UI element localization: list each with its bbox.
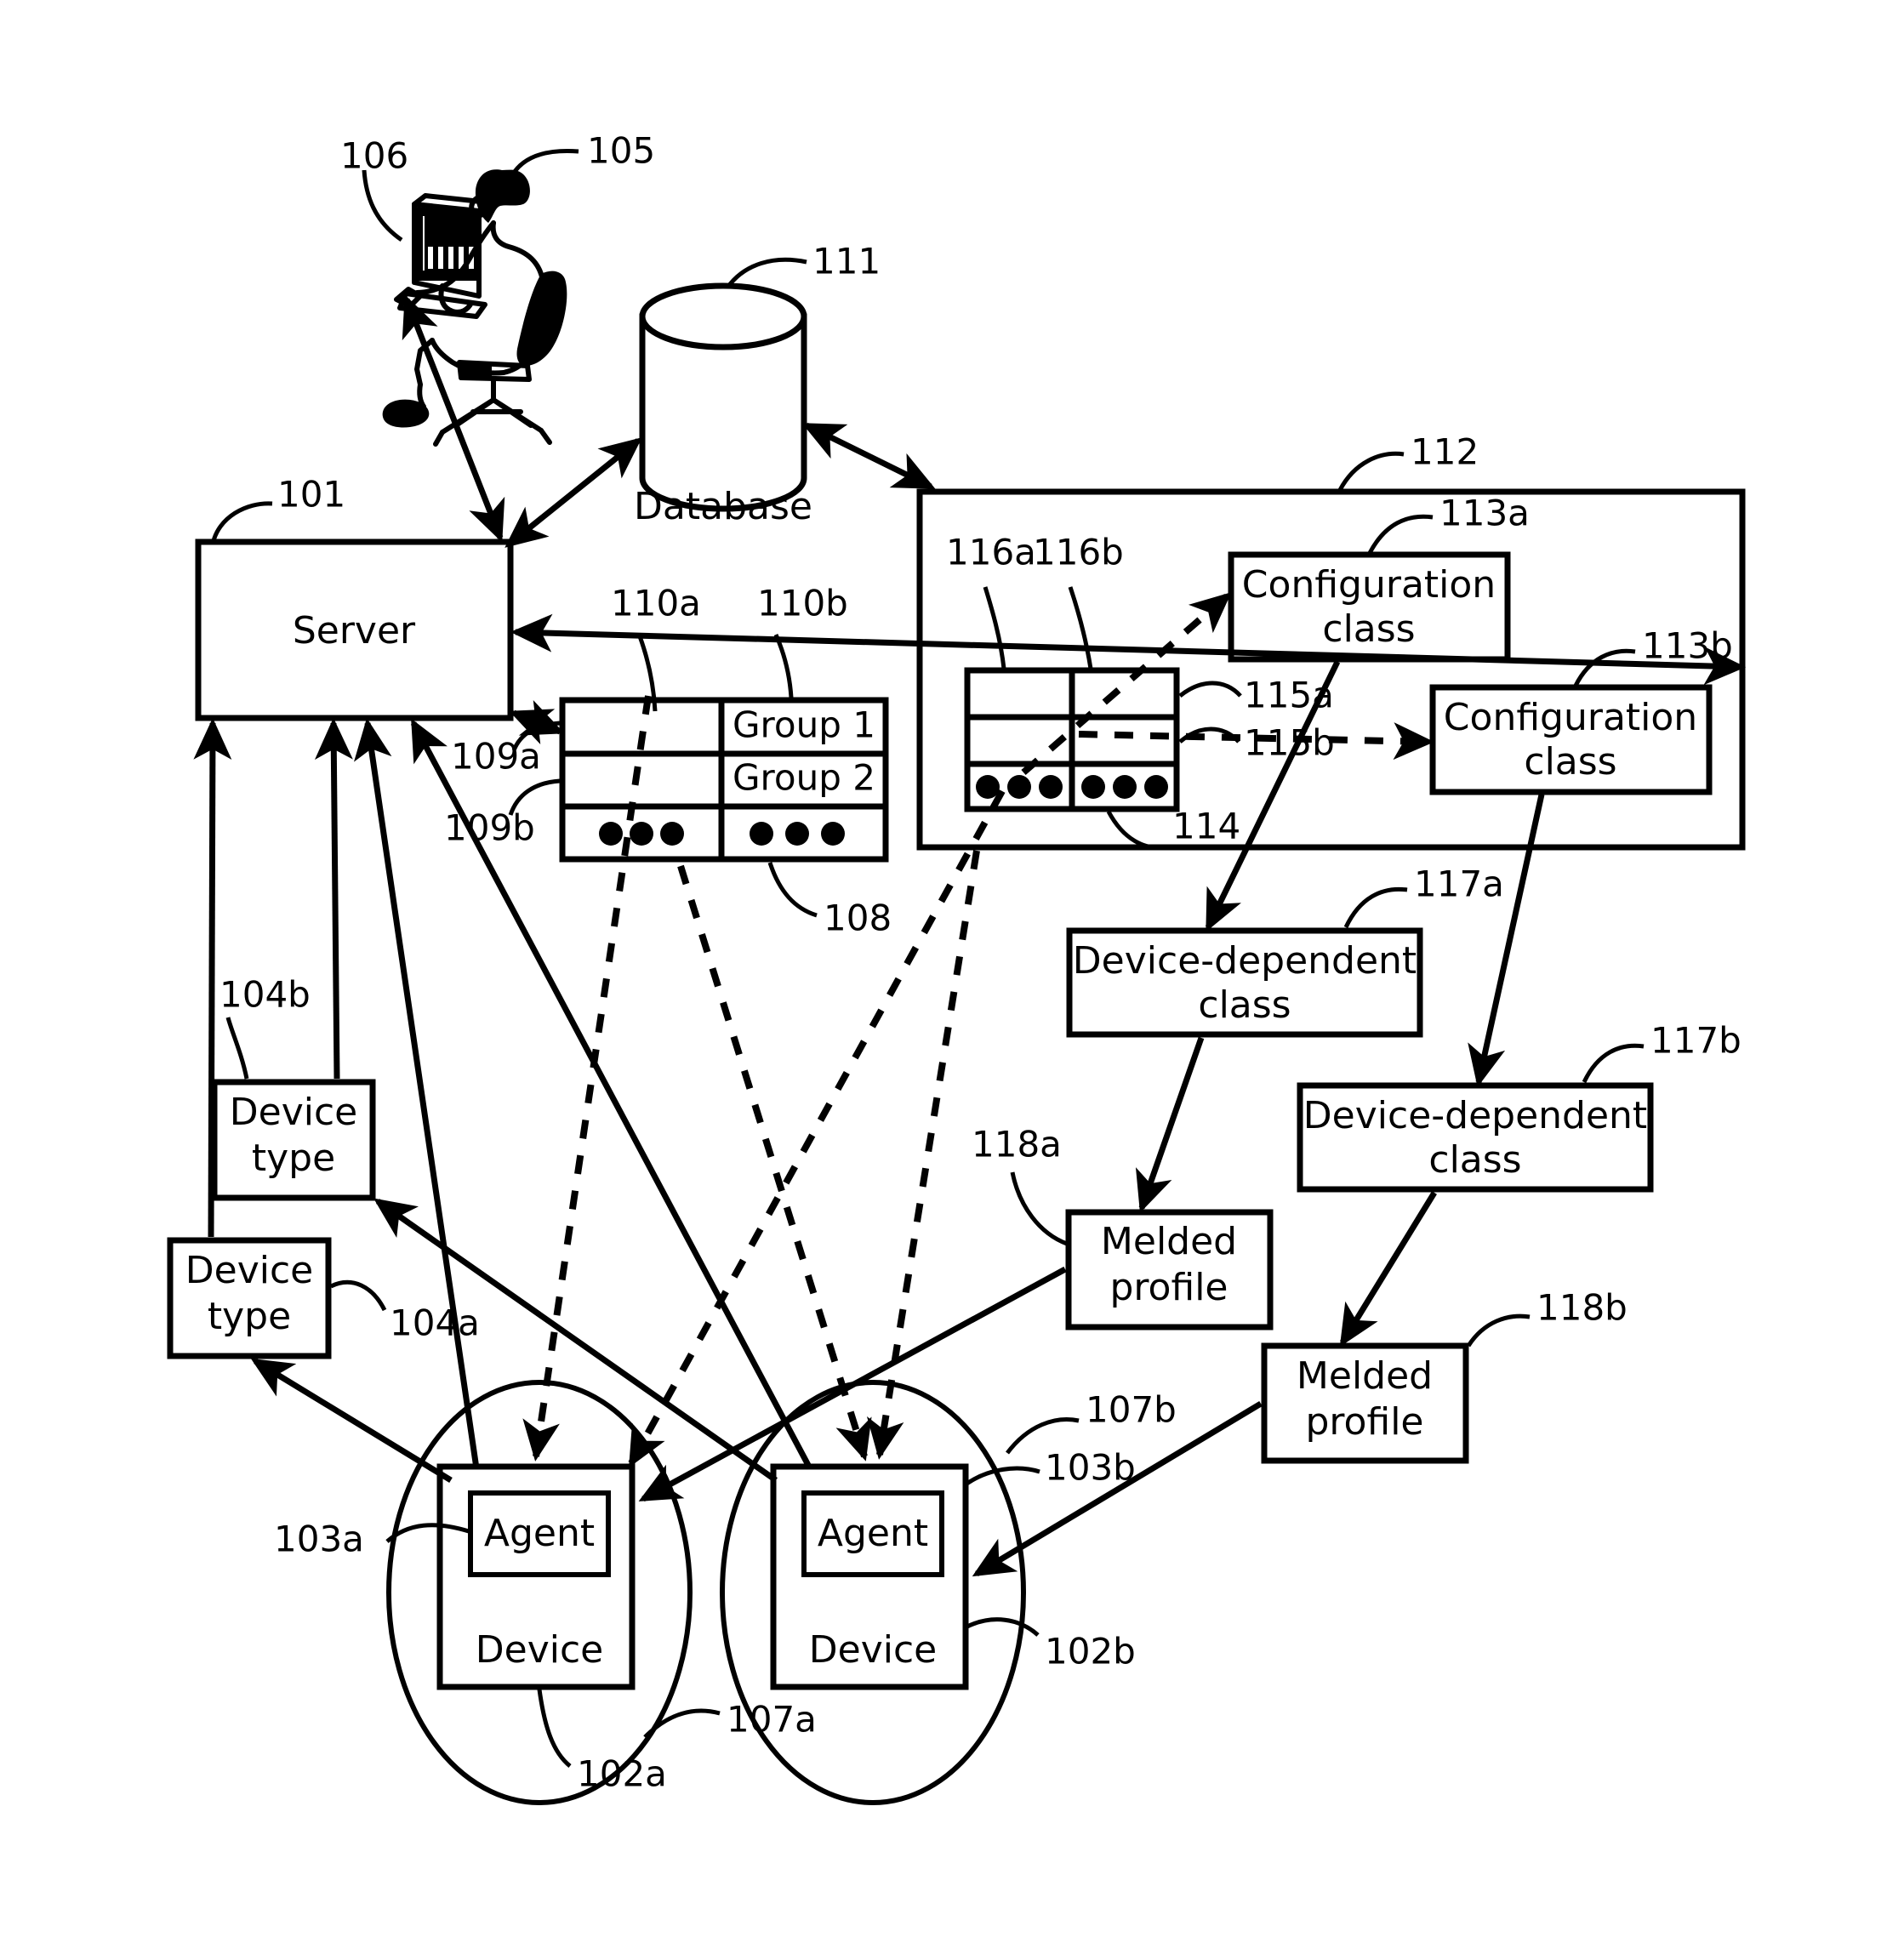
ref-114: 114 xyxy=(1172,806,1240,847)
leader-line-102b xyxy=(966,1617,1040,1637)
ref-118b: 118b xyxy=(1536,1287,1628,1329)
ref-105: 105 xyxy=(587,130,655,172)
ref-113a: 113a xyxy=(1439,493,1530,534)
leader-line-106 xyxy=(362,169,403,242)
group-table-dots-right xyxy=(750,822,845,846)
group-table-dots-left xyxy=(599,822,684,846)
ref-110a: 110a xyxy=(611,583,701,624)
ref-101: 101 xyxy=(277,474,345,516)
device-dependent-class-a-label-1: Device-dependent xyxy=(1073,939,1417,983)
melded-profile-b-label-2: profile xyxy=(1306,1400,1424,1444)
leader-line-108 xyxy=(767,862,818,918)
diagram-svg: 106 105 Database 111 Server 101 112 Grou… xyxy=(167,130,1747,1805)
connector-device-type-lower-server xyxy=(193,717,232,1238)
leader-line-117b xyxy=(1582,1043,1645,1084)
ref-117b: 117b xyxy=(1650,1020,1742,1062)
device-dependent-class-a-label-2: class xyxy=(1198,983,1291,1027)
leader-line-111 xyxy=(725,257,807,289)
ref-106: 106 xyxy=(340,135,408,177)
ref-104a: 104a xyxy=(390,1302,480,1344)
group-table-108: Group 1 Group 2 xyxy=(559,697,889,863)
ref-102b: 102b xyxy=(1045,1631,1136,1672)
database-cylinder xyxy=(639,282,807,512)
leader-line-118b xyxy=(1466,1313,1531,1348)
configuration-class-b-label-2: class xyxy=(1524,740,1616,783)
connector-server-database xyxy=(505,437,642,548)
connector-group-b-agent-b xyxy=(677,864,872,1462)
ref-118a: 118a xyxy=(972,1124,1062,1165)
ref-107b: 107b xyxy=(1086,1389,1177,1431)
group-row-2-label: Group 2 xyxy=(733,757,875,799)
class-table-dots-right xyxy=(1081,775,1168,799)
class-table-dots-left xyxy=(976,775,1063,799)
configuration-class-b-label-1: Configuration xyxy=(1444,696,1697,739)
melded-profile-a-label-1: Melded xyxy=(1101,1220,1237,1263)
melded-profile-b-label-1: Melded xyxy=(1297,1354,1433,1398)
connector-ddc-a-melded-a xyxy=(1135,1036,1205,1213)
ref-112: 112 xyxy=(1411,431,1479,473)
device-b-label: Device xyxy=(809,1628,937,1672)
leader-line-112 xyxy=(1337,451,1405,492)
ref-116a: 116a xyxy=(946,532,1036,573)
connector-database-container112 xyxy=(801,422,936,490)
connector-device-a-device-type-lower xyxy=(250,1358,453,1483)
configuration-class-a-label-2: class xyxy=(1322,607,1415,651)
device-a-label: Device xyxy=(476,1628,603,1672)
ref-109b: 109b xyxy=(444,807,535,849)
agent-a-label: Agent xyxy=(484,1512,595,1555)
leader-line-104a xyxy=(329,1279,387,1312)
connector-class-table-agent-a xyxy=(628,789,1006,1468)
ref-116b: 116b xyxy=(1033,532,1124,573)
device-type-lower-label-2: type xyxy=(208,1295,291,1338)
ref-103a: 103a xyxy=(274,1519,364,1560)
leader-line-118a xyxy=(1010,1171,1068,1246)
ref-111: 111 xyxy=(812,241,881,282)
connector-ddc-b-melded-b xyxy=(1339,1191,1437,1348)
ref-110b: 110b xyxy=(757,583,848,624)
ref-117a: 117a xyxy=(1414,863,1504,905)
class-table-114 xyxy=(964,667,1180,812)
device-type-lower-label-1: Device xyxy=(185,1249,313,1292)
server-label: Server xyxy=(293,609,416,652)
leader-line-102a xyxy=(537,1689,572,1768)
configuration-class-a-label-1: Configuration xyxy=(1242,563,1496,607)
ref-104b: 104b xyxy=(219,974,311,1016)
leader-line-110b xyxy=(773,633,794,698)
ref-109a: 109a xyxy=(451,736,541,778)
ref-103b: 103b xyxy=(1045,1447,1136,1489)
device-dependent-class-b-label-2: class xyxy=(1428,1138,1521,1182)
ref-108: 108 xyxy=(824,897,892,939)
database-label: Database xyxy=(634,485,812,528)
melded-profile-a-label-2: profile xyxy=(1110,1266,1228,1309)
ref-107a: 107a xyxy=(727,1699,817,1741)
leader-line-101 xyxy=(210,501,273,545)
device-dependent-class-b-label-1: Device-dependent xyxy=(1303,1094,1647,1137)
leader-line-117a xyxy=(1343,886,1408,929)
device-type-upper-label-1: Device xyxy=(230,1091,357,1134)
ref-102a: 102a xyxy=(577,1753,667,1795)
patent-figure-canvas: 106 105 Database 111 Server 101 112 Grou… xyxy=(0,0,1904,1943)
connector-device-type-upper-server xyxy=(314,717,353,1080)
ref-113b: 113b xyxy=(1642,625,1733,667)
leader-line-104b xyxy=(225,1017,249,1080)
device-type-upper-label-2: type xyxy=(252,1137,335,1180)
group-row-1-label: Group 1 xyxy=(733,704,875,746)
agent-b-label: Agent xyxy=(818,1512,928,1555)
